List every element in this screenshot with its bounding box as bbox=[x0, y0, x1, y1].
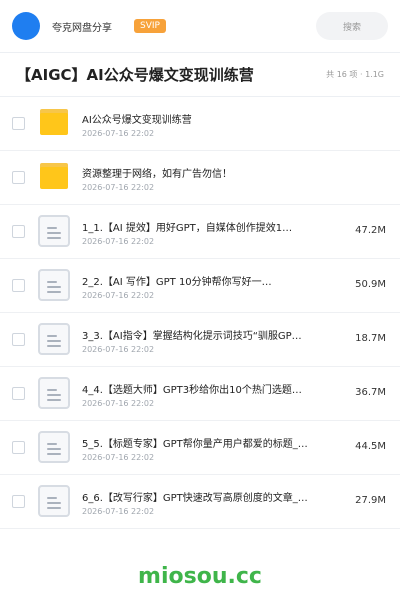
item-size: 36.7M bbox=[355, 387, 386, 398]
list-item[interactable]: 6_6.【改写行家】GPT快速改写高原创度的文章_… 2026-07-16 22… bbox=[0, 475, 400, 529]
document-icon bbox=[38, 377, 70, 409]
item-name: 1_1.【AI 提效】用好GPT，自媒体创作提效1… bbox=[82, 223, 293, 234]
item-name: 3_3.【AI指令】掌握结构化提示词技巧“驯服GP… bbox=[82, 331, 302, 342]
folder-titlebar: 【AIGC】AI公众号爆文变现训练营 共 16 项 · 1.1G bbox=[0, 53, 400, 96]
item-size: 50.9M bbox=[355, 279, 386, 290]
svip-badge: SVIP bbox=[134, 19, 166, 33]
document-icon bbox=[38, 269, 70, 301]
item-date: 2026-07-16 22:02 bbox=[82, 453, 155, 462]
document-icon bbox=[38, 485, 70, 517]
list-item[interactable]: AI公众号爆文变现训练营 2026-07-16 22:02 bbox=[0, 97, 400, 151]
item-size: 47.2M bbox=[355, 225, 386, 236]
item-name: 2_2.【AI 写作】GPT 10分钟帮你写好一… bbox=[82, 277, 272, 288]
item-name: 6_6.【改写行家】GPT快速改写高原创度的文章_… bbox=[82, 493, 308, 504]
search-input[interactable]: 搜索 bbox=[316, 12, 388, 40]
item-date: 2026-07-16 22:02 bbox=[82, 129, 155, 138]
item-date: 2026-07-16 22:02 bbox=[82, 237, 155, 246]
row-checkbox[interactable] bbox=[12, 117, 25, 130]
item-size: 44.5M bbox=[355, 441, 386, 452]
list-item[interactable]: 1_1.【AI 提效】用好GPT，自媒体创作提效1… 2026-07-16 22… bbox=[0, 205, 400, 259]
item-date: 2026-07-16 22:02 bbox=[82, 399, 155, 408]
item-date: 2026-07-16 22:02 bbox=[82, 291, 155, 300]
item-date: 2026-07-16 22:02 bbox=[82, 507, 155, 516]
search-placeholder: 搜索 bbox=[342, 22, 361, 33]
folder-icon bbox=[40, 109, 68, 135]
item-date: 2026-07-16 22:02 bbox=[82, 345, 155, 354]
folder-icon bbox=[40, 163, 68, 189]
item-date: 2026-07-16 22:02 bbox=[82, 183, 155, 192]
item-name: AI公众号爆文变现训练营 bbox=[82, 115, 192, 126]
app-header: 夸克网盘分享 SVIP 搜索 bbox=[0, 0, 400, 52]
list-item[interactable]: 4_4.【选题大师】GPT3秒给你出10个热门选题… 2026-07-16 22… bbox=[0, 367, 400, 421]
item-name: 4_4.【选题大师】GPT3秒给你出10个热门选题… bbox=[82, 385, 302, 396]
item-name: 资源整理于网络，如有广告勿信！ bbox=[82, 169, 232, 180]
avatar[interactable] bbox=[12, 12, 40, 40]
list-item[interactable]: 资源整理于网络，如有广告勿信！ 2026-07-16 22:02 bbox=[0, 151, 400, 205]
document-icon bbox=[38, 431, 70, 463]
folder-meta: 共 16 项 · 1.1G bbox=[326, 70, 384, 79]
row-checkbox[interactable] bbox=[12, 171, 25, 184]
item-size: 27.9M bbox=[355, 495, 386, 506]
item-size: 18.7M bbox=[355, 333, 386, 344]
document-icon bbox=[38, 323, 70, 355]
list-item[interactable]: 2_2.【AI 写作】GPT 10分钟帮你写好一… 2026-07-16 22:… bbox=[0, 259, 400, 313]
row-checkbox[interactable] bbox=[12, 495, 25, 508]
file-list: AI公众号爆文变现训练营 2026-07-16 22:02 资源整理于网络，如有… bbox=[0, 97, 400, 529]
brand-name: 夸克网盘分享 bbox=[52, 22, 112, 34]
row-checkbox[interactable] bbox=[12, 387, 25, 400]
document-icon bbox=[38, 215, 70, 247]
row-checkbox[interactable] bbox=[12, 441, 25, 454]
item-name: 5_5.【标题专家】GPT帮你量产用户都爱的标题_… bbox=[82, 439, 308, 450]
list-item[interactable]: 5_5.【标题专家】GPT帮你量产用户都爱的标题_… 2026-07-16 22… bbox=[0, 421, 400, 475]
row-checkbox[interactable] bbox=[12, 333, 25, 346]
list-item[interactable]: 3_3.【AI指令】掌握结构化提示词技巧“驯服GP… 2026-07-16 22… bbox=[0, 313, 400, 367]
watermark-text: miosou.cc bbox=[138, 564, 262, 589]
row-checkbox[interactable] bbox=[12, 279, 25, 292]
page-title: 【AIGC】AI公众号爆文变现训练营 bbox=[16, 66, 254, 84]
row-checkbox[interactable] bbox=[12, 225, 25, 238]
